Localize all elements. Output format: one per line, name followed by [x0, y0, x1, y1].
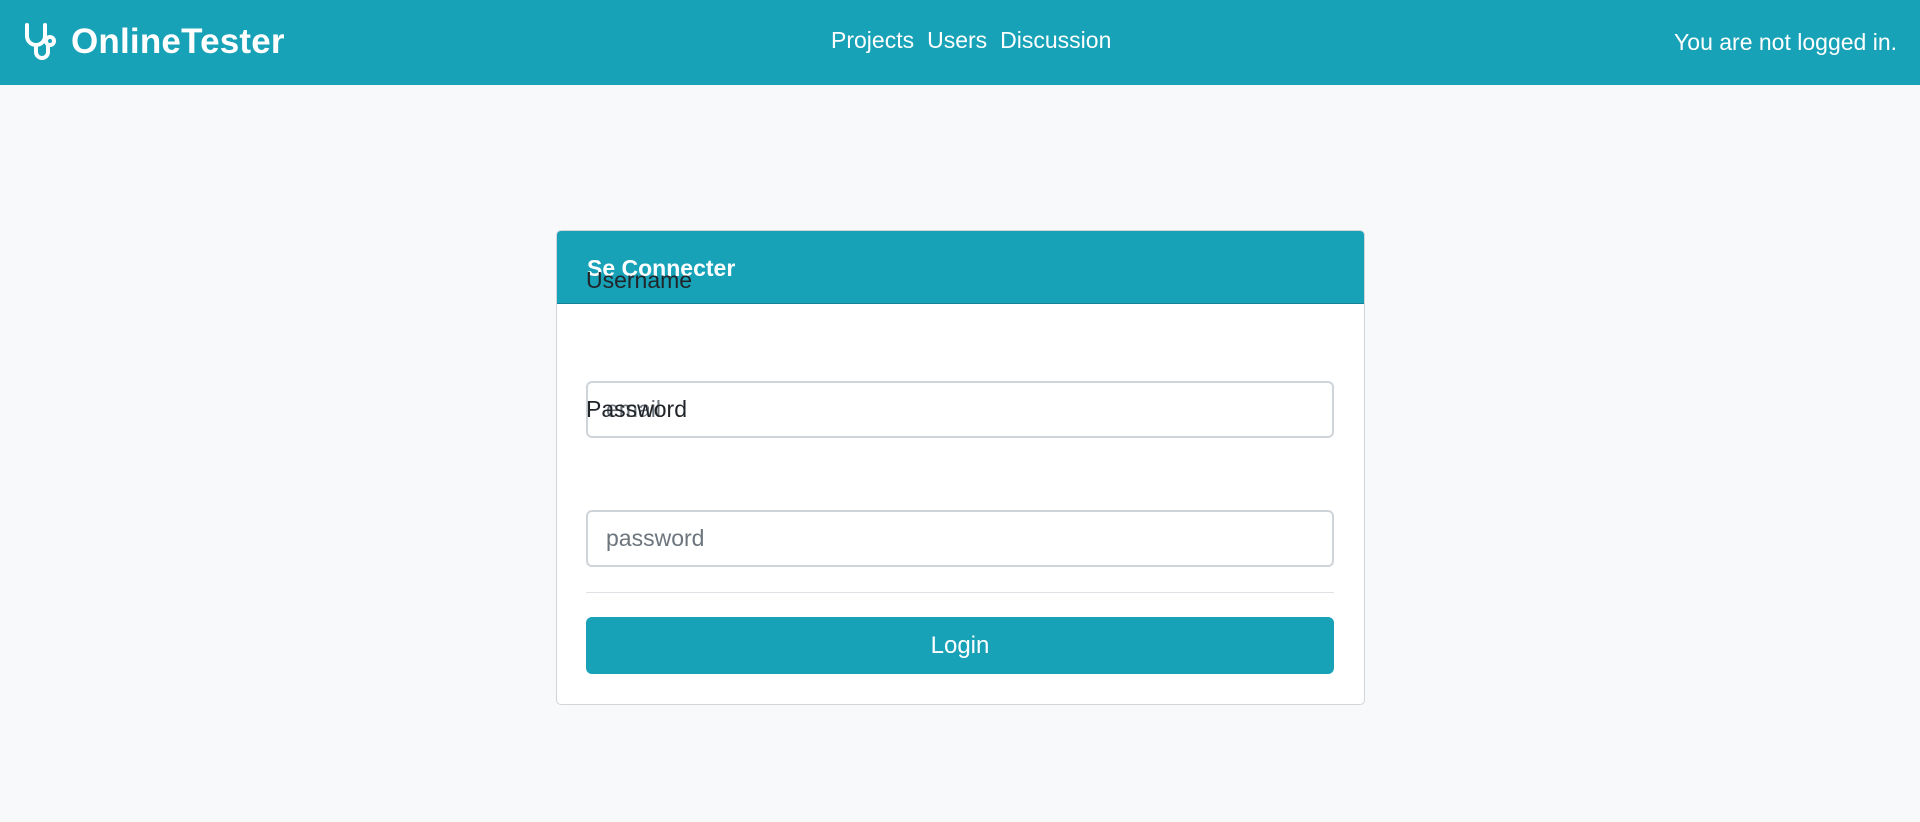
form-divider [586, 592, 1334, 593]
username-label: Username [586, 267, 693, 293]
password-label: Password [586, 396, 687, 422]
brand-name: OnlineTester [71, 22, 285, 61]
brand-link[interactable]: OnlineTester [22, 18, 285, 66]
nav-link-discussion[interactable]: Discussion [1000, 27, 1111, 54]
login-status-text: You are not logged in. [1674, 29, 1897, 55]
username-input[interactable] [586, 381, 1334, 438]
top-navbar: OnlineTester Projects Users Discussion Y… [0, 0, 1920, 85]
login-button[interactable]: Login [586, 617, 1334, 674]
nav-link-projects[interactable]: Projects [831, 27, 914, 54]
password-input[interactable] [586, 510, 1334, 567]
nav-link-users[interactable]: Users [927, 27, 987, 54]
stethoscope-icon [22, 22, 62, 62]
main-nav: Projects Users Discussion [831, 27, 1124, 54]
